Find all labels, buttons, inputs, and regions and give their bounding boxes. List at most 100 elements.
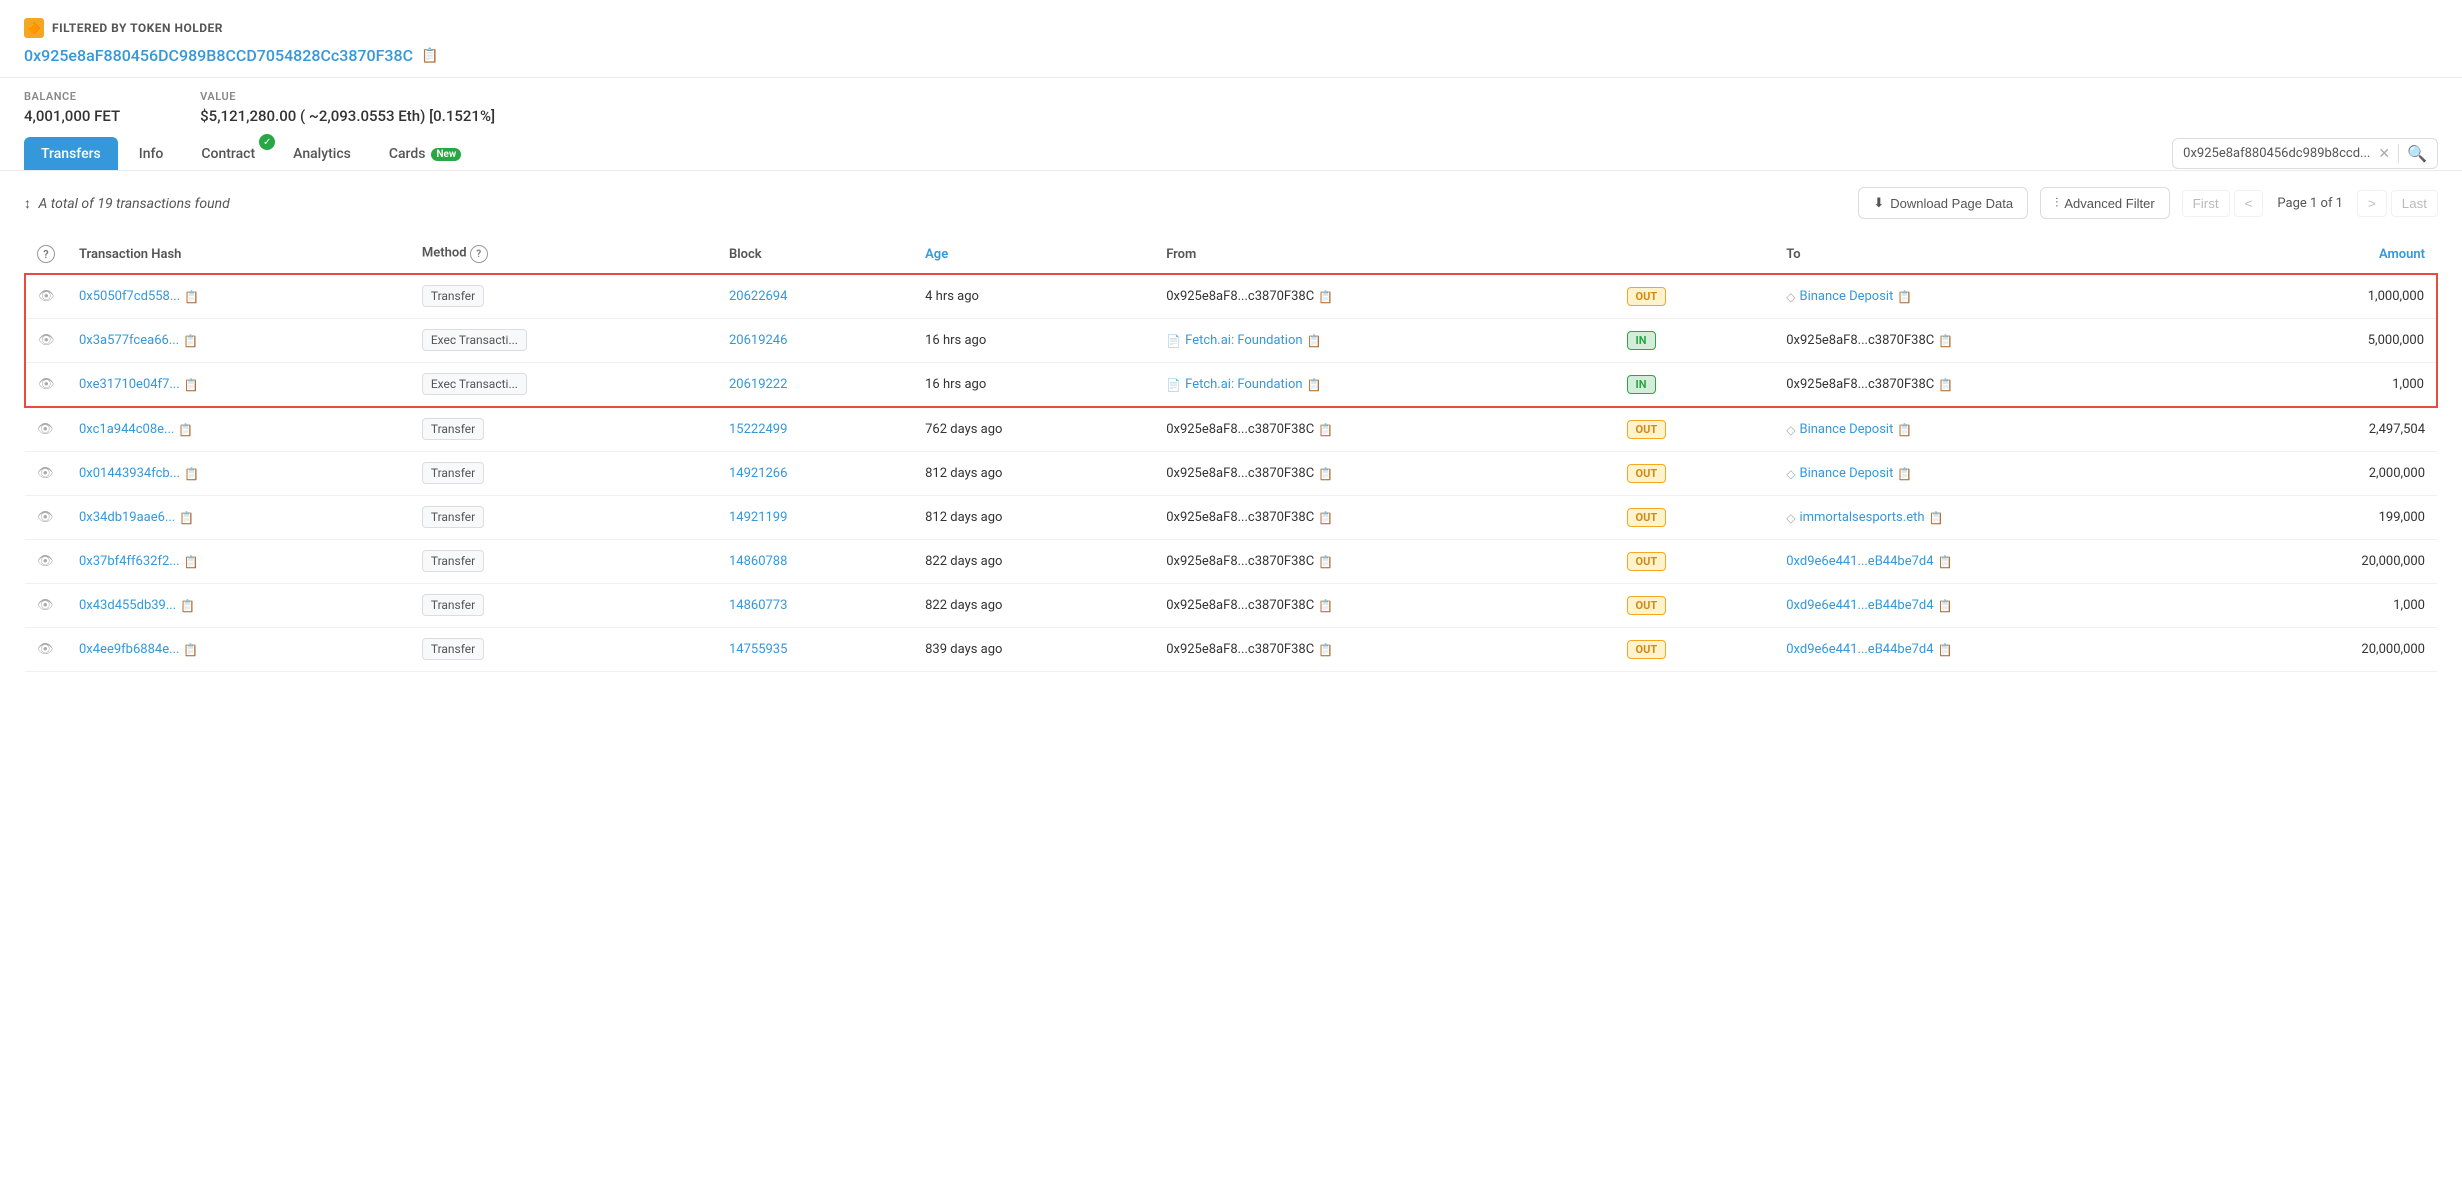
copy-to-icon[interactable]: 📋 <box>1897 467 1912 481</box>
tab-cards[interactable]: Cards New <box>372 137 478 170</box>
copy-from-icon[interactable]: 📋 <box>1318 599 1333 613</box>
copy-to-icon[interactable]: 📋 <box>1938 643 1953 657</box>
to-address-link[interactable]: Binance Deposit <box>1799 466 1893 481</box>
copy-to-icon[interactable]: 📋 <box>1897 290 1912 304</box>
eye-icon[interactable]: 👁 <box>37 598 54 613</box>
tab-info[interactable]: Info <box>122 137 181 170</box>
tx-hash-link[interactable]: 0x3a577fcea66... <box>79 333 179 348</box>
block-link[interactable]: 14755935 <box>729 642 787 657</box>
block-link[interactable]: 14860773 <box>729 598 787 613</box>
method-info-icon[interactable]: ? <box>470 245 488 263</box>
copy-from-icon[interactable]: 📋 <box>1318 467 1333 481</box>
block-link[interactable]: 14860788 <box>729 554 787 569</box>
copy-tx-icon[interactable]: 📋 <box>184 555 199 569</box>
copy-to-icon[interactable]: 📋 <box>1929 511 1944 525</box>
copy-tx-icon[interactable]: 📋 <box>184 378 199 392</box>
block-link[interactable]: 15222499 <box>729 422 787 437</box>
tab-transfers[interactable]: Transfers <box>24 137 118 170</box>
copy-tx-icon[interactable]: 📋 <box>184 467 199 481</box>
copy-from-icon[interactable]: 📋 <box>1318 290 1333 304</box>
eye-icon[interactable]: 👁 <box>37 422 54 437</box>
eye-icon[interactable]: 👁 <box>38 289 55 304</box>
tx-hash-link[interactable]: 0x01443934fcb... <box>79 466 180 481</box>
total-transactions: ↕ A total of 19 transactions found <box>24 195 1842 212</box>
copy-to-icon[interactable]: 📋 <box>1938 599 1953 613</box>
eye-icon[interactable]: 👁 <box>38 333 55 348</box>
copy-tx-icon[interactable]: 📋 <box>179 511 194 525</box>
to-diamond-icon: ◇ <box>1786 467 1795 481</box>
copy-tx-icon[interactable]: 📋 <box>184 290 199 304</box>
tx-hash-link[interactable]: 0xe31710e04f7... <box>79 377 180 392</box>
direction-badge: OUT <box>1627 596 1667 615</box>
last-page-button[interactable]: Last <box>2391 190 2438 217</box>
search-icon[interactable]: 🔍 <box>2398 144 2427 163</box>
copy-tx-icon[interactable]: 📋 <box>183 643 198 657</box>
download-page-data-button[interactable]: ⬇ Download Page Data <box>1858 187 2028 219</box>
copy-from-icon[interactable]: 📋 <box>1307 378 1322 392</box>
eye-icon[interactable]: 👁 <box>37 554 54 569</box>
copy-to-icon[interactable]: 📋 <box>1938 334 1953 348</box>
advanced-filter-button[interactable]: ⫶ Advanced Filter <box>2040 187 2170 219</box>
block-link[interactable]: 20619246 <box>729 333 787 348</box>
copy-tx-icon[interactable]: 📋 <box>183 334 198 348</box>
eye-icon[interactable]: 👁 <box>38 377 55 392</box>
from-address-link[interactable]: Fetch.ai: Foundation <box>1185 333 1302 348</box>
balance-label: BALANCE <box>24 90 120 103</box>
method-badge: Transfer <box>422 550 484 572</box>
age-cell: 16 hrs ago <box>913 363 1154 408</box>
eye-icon[interactable]: 👁 <box>37 510 54 525</box>
table-row: 👁0x3a577fcea66...📋Exec Transacti...20619… <box>25 319 2437 363</box>
copy-to-icon[interactable]: 📋 <box>1897 423 1912 437</box>
tx-hash-link[interactable]: 0x4ee9fb6884e... <box>79 642 179 657</box>
tab-contract[interactable]: Contract ✓ <box>184 137 272 170</box>
download-icon: ⬇ <box>1873 195 1884 211</box>
pagination: First < Page 1 of 1 > Last <box>2182 190 2438 217</box>
copy-to-icon[interactable]: 📋 <box>1938 378 1953 392</box>
clear-search-icon[interactable]: ✕ <box>2378 146 2390 162</box>
copy-tx-icon[interactable]: 📋 <box>178 423 193 437</box>
value-label: VALUE <box>200 90 495 103</box>
tx-hash-link[interactable]: 0x37bf4ff632f2... <box>79 554 180 569</box>
method-badge: Exec Transacti... <box>422 373 527 395</box>
from-address: 0x925e8aF8...c3870F38C <box>1166 554 1314 569</box>
copy-to-icon[interactable]: 📋 <box>1938 555 1953 569</box>
to-address-link[interactable]: immortalsesports.eth <box>1799 510 1924 525</box>
copy-from-icon[interactable]: 📋 <box>1307 334 1322 348</box>
block-link[interactable]: 20622694 <box>729 289 787 304</box>
token-address-link[interactable]: 0x925e8aF880456DC989B8CCD7054828Cc3870F3… <box>24 46 413 65</box>
to-address-link[interactable]: 0xd9e6e441...eB44be7d4 <box>1786 554 1933 569</box>
tab-analytics[interactable]: Analytics <box>276 137 368 170</box>
from-address: 0x925e8aF8...c3870F38C <box>1166 289 1314 304</box>
first-page-button[interactable]: First <box>2182 190 2230 217</box>
block-link[interactable]: 20619222 <box>729 377 787 392</box>
block-link[interactable]: 14921266 <box>729 466 787 481</box>
to-address-link[interactable]: Binance Deposit <box>1799 422 1893 437</box>
to-diamond-icon: ◇ <box>1786 290 1795 304</box>
to-address-link[interactable]: Binance Deposit <box>1799 289 1893 304</box>
eye-icon[interactable]: 👁 <box>37 466 54 481</box>
eye-icon[interactable]: 👁 <box>37 642 54 657</box>
direction-badge: IN <box>1627 331 1656 350</box>
col-from: From <box>1154 235 1608 274</box>
copy-from-icon[interactable]: 📋 <box>1318 423 1333 437</box>
amount-cell: 1,000,000 <box>2229 274 2437 319</box>
table-row: 👁0x4ee9fb6884e...📋Transfer14755935839 da… <box>25 628 2437 672</box>
prev-page-button[interactable]: < <box>2234 190 2264 217</box>
tx-hash-link[interactable]: 0xc1a944c08e... <box>79 422 174 437</box>
to-address-link[interactable]: 0xd9e6e441...eB44be7d4 <box>1786 642 1933 657</box>
block-link[interactable]: 14921199 <box>729 510 787 525</box>
copy-tx-icon[interactable]: 📋 <box>180 599 195 613</box>
from-address-link[interactable]: Fetch.ai: Foundation <box>1185 377 1302 392</box>
copy-address-icon[interactable]: 📋 <box>421 48 438 64</box>
tx-hash-link[interactable]: 0x34db19aae6... <box>79 510 175 525</box>
method-badge: Transfer <box>422 418 484 440</box>
transactions-table: ? Transaction Hash Method ? Block Age Fr… <box>24 235 2438 672</box>
copy-from-icon[interactable]: 📋 <box>1318 511 1333 525</box>
next-page-button[interactable]: > <box>2357 190 2387 217</box>
to-address-link[interactable]: 0xd9e6e441...eB44be7d4 <box>1786 598 1933 613</box>
copy-from-icon[interactable]: 📋 <box>1318 555 1333 569</box>
tx-hash-link[interactable]: 0x43d455db39... <box>79 598 176 613</box>
tx-hash-link[interactable]: 0x5050f7cd558... <box>79 289 180 304</box>
col-info-icon[interactable]: ? <box>37 245 55 263</box>
copy-from-icon[interactable]: 📋 <box>1318 643 1333 657</box>
